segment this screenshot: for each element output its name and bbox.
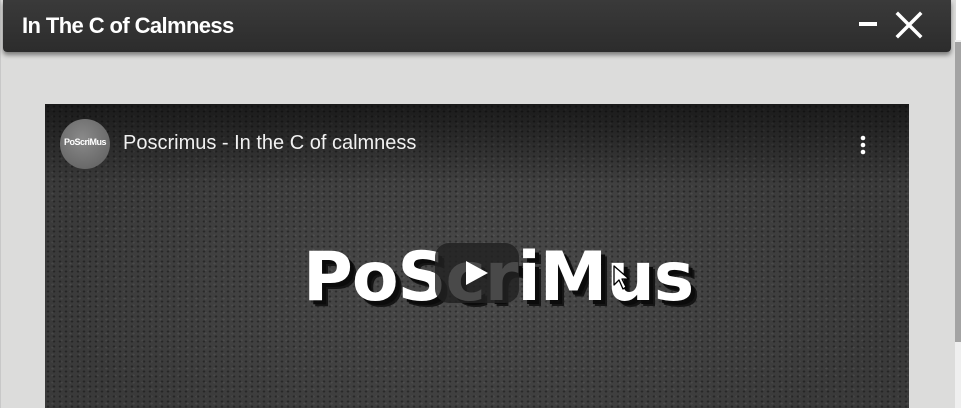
channel-avatar-text: PoScriMus <box>63 137 107 147</box>
more-options-button[interactable] <box>853 132 873 160</box>
window-title: In The C of Calmness <box>22 13 234 38</box>
play-icon <box>466 261 488 285</box>
minimize-icon <box>859 22 877 26</box>
title-bar: In The C of Calmness <box>3 0 951 52</box>
more-vert-icon <box>860 135 866 155</box>
minimize-button[interactable] <box>851 8 885 42</box>
scrollbar-thumb[interactable] <box>955 42 961 342</box>
mouse-cursor-icon <box>613 265 630 290</box>
close-icon <box>895 11 923 39</box>
popup-window: In The C of Calmness PoScriMus Poscrimus… <box>0 0 956 408</box>
video-player[interactable]: PoScriMus Poscrimus - In the C of calmne… <box>45 104 909 408</box>
close-button[interactable] <box>892 8 926 42</box>
channel-avatar[interactable]: PoScriMus <box>60 119 110 169</box>
play-button[interactable] <box>435 243 519 303</box>
video-title[interactable]: Poscrimus - In the C of calmness <box>123 132 416 155</box>
